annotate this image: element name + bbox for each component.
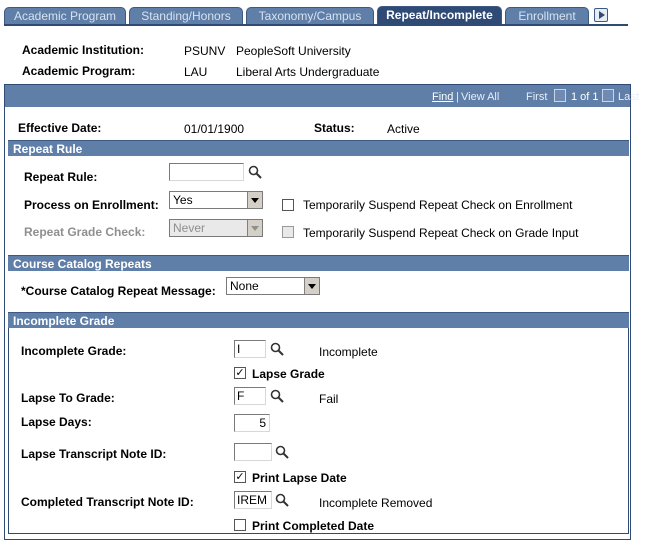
- lapse-note-input[interactable]: [234, 443, 272, 461]
- previous-arrow-icon[interactable]: [554, 89, 566, 102]
- tab-repeat-incomplete[interactable]: Repeat/Incomplete: [377, 6, 502, 24]
- tab-underline: [4, 24, 628, 26]
- chevron-down-icon: [304, 278, 319, 294]
- incomplete-grade-lookup-icon[interactable]: [270, 342, 284, 356]
- scroll-nav-bar: Find | View All First 1 of 1 Last: [5, 85, 639, 107]
- repeat-rule-input[interactable]: [169, 163, 244, 181]
- repeat-rule-header: Repeat Rule: [8, 140, 629, 156]
- repeat-grade-check-value: Never: [173, 221, 206, 235]
- program-label: Academic Program:: [22, 64, 136, 78]
- completed-note-input[interactable]: IREM: [234, 491, 272, 509]
- lapse-days-input[interactable]: 5: [234, 414, 270, 432]
- status-label: Status:: [314, 121, 355, 135]
- suspend-grade-label: Temporarily Suspend Repeat Check on Grad…: [303, 226, 579, 240]
- find-link[interactable]: Find: [432, 91, 453, 103]
- tab-academic-program[interactable]: Academic Program: [4, 7, 126, 24]
- suspend-grade-checkbox: [282, 226, 294, 238]
- incomplete-grade-label: Incomplete Grade:: [21, 344, 127, 358]
- lapse-grade-checkbox[interactable]: ✓: [234, 367, 246, 379]
- print-completed-checkbox[interactable]: [234, 519, 246, 531]
- view-all-link[interactable]: View All: [461, 91, 499, 103]
- incomplete-grade-header: Incomplete Grade: [8, 312, 629, 328]
- institution-name: PeopleSoft University: [236, 44, 351, 58]
- effective-date-value: 01/01/1900: [184, 122, 245, 136]
- repeat-rule-label: Repeat Rule:: [24, 170, 98, 184]
- row-counter: 1 of 1: [571, 91, 599, 103]
- tab-scroll-right-icon[interactable]: [594, 8, 608, 22]
- suspend-enrollment-checkbox[interactable]: [282, 199, 294, 211]
- program-code: LAU: [184, 65, 208, 79]
- lapse-note-label: Lapse Transcript Note ID:: [21, 447, 167, 461]
- lapse-to-grade-input[interactable]: F: [234, 387, 266, 405]
- chevron-down-icon: [247, 220, 262, 236]
- print-lapse-checkbox[interactable]: ✓: [234, 471, 246, 483]
- suspend-enrollment-label: Temporarily Suspend Repeat Check on Enro…: [303, 198, 573, 212]
- tab-standing-honors[interactable]: Standing/Honors: [129, 7, 243, 24]
- tab-enrollment[interactable]: Enrollment: [505, 7, 589, 24]
- completed-note-label: Completed Transcript Note ID:: [21, 495, 194, 509]
- lapse-to-grade-desc: Fail: [319, 392, 339, 406]
- lapse-note-lookup-icon[interactable]: [275, 445, 289, 459]
- print-lapse-label: Print Lapse Date: [252, 471, 347, 485]
- lapse-to-grade-label: Lapse To Grade:: [21, 391, 115, 405]
- next-arrow-icon[interactable]: [602, 89, 614, 102]
- status-value: Active: [387, 122, 420, 136]
- nav-separator: |: [456, 91, 459, 103]
- catalog-message-label: *Course Catalog Repeat Message:: [21, 284, 216, 298]
- institution-code: PSUNV: [184, 44, 226, 58]
- repeat-rule-lookup-icon[interactable]: [248, 165, 262, 179]
- process-on-enrollment-value: Yes: [173, 193, 193, 207]
- process-on-enrollment-select[interactable]: Yes: [169, 191, 263, 209]
- last-link[interactable]: Last: [618, 91, 639, 103]
- effective-date-label: Effective Date:: [18, 121, 102, 135]
- chevron-down-icon: [247, 192, 262, 208]
- institution-label: Academic Institution:: [22, 43, 145, 57]
- repeat-grade-check-select: Never: [169, 219, 263, 237]
- completed-note-lookup-icon[interactable]: [275, 493, 289, 507]
- lapse-grade-label: Lapse Grade: [252, 367, 325, 381]
- process-on-enrollment-label: Process on Enrollment:: [24, 198, 159, 212]
- lapse-days-label: Lapse Days:: [21, 415, 92, 429]
- repeat-grade-check-label: Repeat Grade Check:: [24, 225, 146, 239]
- catalog-message-select[interactable]: None: [226, 277, 320, 295]
- course-catalog-header: Course Catalog Repeats: [8, 255, 629, 271]
- program-name: Liberal Arts Undergraduate: [236, 65, 380, 79]
- lapse-to-grade-lookup-icon[interactable]: [270, 389, 284, 403]
- incomplete-grade-desc: Incomplete: [319, 345, 378, 359]
- completed-note-desc: Incomplete Removed: [319, 496, 433, 510]
- first-link[interactable]: First: [526, 91, 547, 103]
- tab-taxonomy-campus[interactable]: Taxonomy/Campus: [246, 7, 374, 24]
- incomplete-grade-input[interactable]: I: [234, 340, 266, 358]
- catalog-message-value: None: [230, 279, 259, 293]
- effective-dated-scroll-area: Find | View All First 1 of 1 Last Effect…: [4, 84, 639, 540]
- print-completed-label: Print Completed Date: [252, 519, 375, 533]
